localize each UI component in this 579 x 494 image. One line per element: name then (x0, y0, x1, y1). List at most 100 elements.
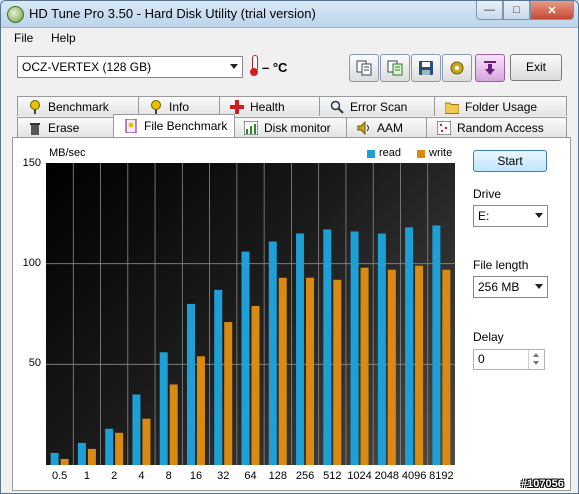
bar-write-512 (333, 279, 342, 465)
bar-read-1 (77, 442, 86, 465)
tab-disk-monitor[interactable]: Disk monitor (233, 117, 348, 137)
maximize-button[interactable]: □ (503, 1, 530, 20)
menu-file[interactable]: File (14, 31, 33, 45)
magnifier-icon (330, 100, 344, 114)
bar-read-4096 (405, 227, 414, 465)
tab-label: Health (250, 99, 285, 114)
bar-read-8 (159, 352, 168, 465)
screenshot-button[interactable] (475, 54, 505, 82)
tab-label: Random Access (457, 120, 544, 135)
legend-read-label: read (379, 147, 402, 159)
spinner-arrows[interactable] (528, 350, 544, 369)
x-tick-label: 1 (83, 470, 90, 482)
chevron-down-icon (535, 284, 543, 289)
bar-read-16 (186, 303, 195, 465)
tab-label: AAM (377, 120, 404, 135)
drive-dropdown-value: OCZ-VERTEX (128 GB) (22, 60, 152, 74)
delay-value: 0 (478, 352, 485, 366)
drive-label: Drive (473, 187, 502, 201)
x-tick-label: 2 (111, 470, 118, 482)
x-tick-label: 32 (217, 470, 230, 482)
options-button[interactable] (442, 54, 472, 82)
thermometer-icon (250, 55, 258, 76)
watermark: #107056 (521, 478, 564, 490)
tab-error-scan[interactable]: Error Scan (319, 96, 436, 116)
x-tick-label: 1024 (347, 470, 372, 482)
tab-folder-usage[interactable]: Folder Usage (434, 96, 567, 116)
tab-label: Benchmark (48, 99, 109, 114)
drive-select-value: E: (478, 209, 490, 223)
delay-spinner[interactable]: 0 (473, 349, 545, 370)
tab-label: File Benchmark (144, 119, 228, 133)
maximize-icon: □ (513, 4, 520, 16)
drive-dropdown[interactable]: OCZ-VERTEX (128 GB) (17, 56, 243, 78)
bar-write-32 (224, 322, 233, 465)
chevron-down-icon (230, 64, 238, 69)
drive-select[interactable]: E: (473, 205, 548, 227)
bar-read-4 (132, 394, 141, 465)
save-button[interactable] (411, 54, 441, 82)
window-title: HD Tune Pro 3.50 - Hard Disk Utility (tr… (29, 6, 316, 21)
x-tick-label: 2048 (374, 470, 400, 482)
bar-write-1 (87, 448, 96, 465)
spin-down-icon[interactable] (533, 361, 539, 365)
file-length-value: 256 MB (478, 280, 520, 294)
x-tick-label: 8 (165, 470, 172, 482)
tab-info[interactable]: Info (138, 96, 221, 116)
copy-all-button[interactable] (380, 54, 410, 82)
copy-icon (356, 60, 372, 76)
tab-label: Erase (48, 120, 80, 135)
bar-write-1024 (360, 267, 369, 465)
arrow-down-icon (484, 61, 496, 75)
bar-read-2048 (377, 233, 386, 465)
minimize-button[interactable]: — (476, 1, 503, 20)
folder-icon (445, 100, 459, 114)
bar-read-64 (241, 251, 250, 465)
y-tick-label: 50 (28, 357, 41, 369)
bar-write-8 (169, 384, 178, 465)
benchmark-icon (28, 99, 42, 114)
start-button[interactable]: Start (473, 150, 547, 172)
close-button[interactable]: ✕ (530, 1, 574, 20)
bar-write-2 (115, 432, 124, 465)
y-axis-title: MB/sec (49, 147, 86, 159)
copy-all-icon (387, 60, 403, 76)
title-bar[interactable]: HD Tune Pro 3.50 - Hard Disk Utility (tr… (1, 1, 578, 28)
x-tick-label: 16 (189, 470, 203, 482)
tab-health[interactable]: Health (219, 96, 321, 116)
app-window: HD Tune Pro 3.50 - Hard Disk Utility (tr… (0, 0, 579, 494)
chart-icon (244, 120, 258, 135)
file-length-select[interactable]: 256 MB (473, 276, 548, 298)
spin-up-icon[interactable] (533, 353, 539, 357)
tab-benchmark[interactable]: Benchmark (17, 96, 140, 116)
tab-label: Info (169, 99, 190, 114)
tab-file-benchmark[interactable]: File Benchmark (113, 114, 235, 137)
x-tick-label: 512 (323, 470, 342, 482)
menu-help[interactable]: Help (51, 31, 76, 45)
x-tick-label: 0.5 (51, 470, 68, 482)
bar-read-512 (323, 229, 332, 465)
tab-label: Error Scan (350, 99, 408, 114)
y-tick-label: 100 (22, 257, 41, 269)
save-disk-icon (419, 61, 433, 75)
tab-random-access[interactable]: Random Access (426, 117, 567, 137)
legend-write-swatch (417, 150, 425, 158)
bar-read-2 (105, 428, 114, 465)
health-cross-icon (230, 99, 244, 114)
exit-button[interactable]: Exit (510, 54, 562, 81)
file-length-label: File length (473, 258, 529, 272)
bar-write-2048 (387, 269, 396, 465)
bar-write-256 (306, 277, 315, 465)
close-icon: ✕ (547, 4, 557, 17)
copy-info-button[interactable] (349, 54, 379, 82)
bar-write-0.5 (60, 458, 69, 465)
tab-label: Disk monitor (264, 120, 331, 135)
bar-write-4 (142, 418, 151, 465)
info-icon (149, 99, 163, 114)
benchmark-chart-svg (46, 163, 455, 465)
bar-write-64 (251, 305, 260, 465)
tab-erase[interactable]: Erase (17, 117, 115, 137)
tab-aam[interactable]: AAM (346, 117, 428, 137)
x-tick-label: 128 (268, 470, 287, 482)
minimize-icon: — (484, 4, 495, 16)
